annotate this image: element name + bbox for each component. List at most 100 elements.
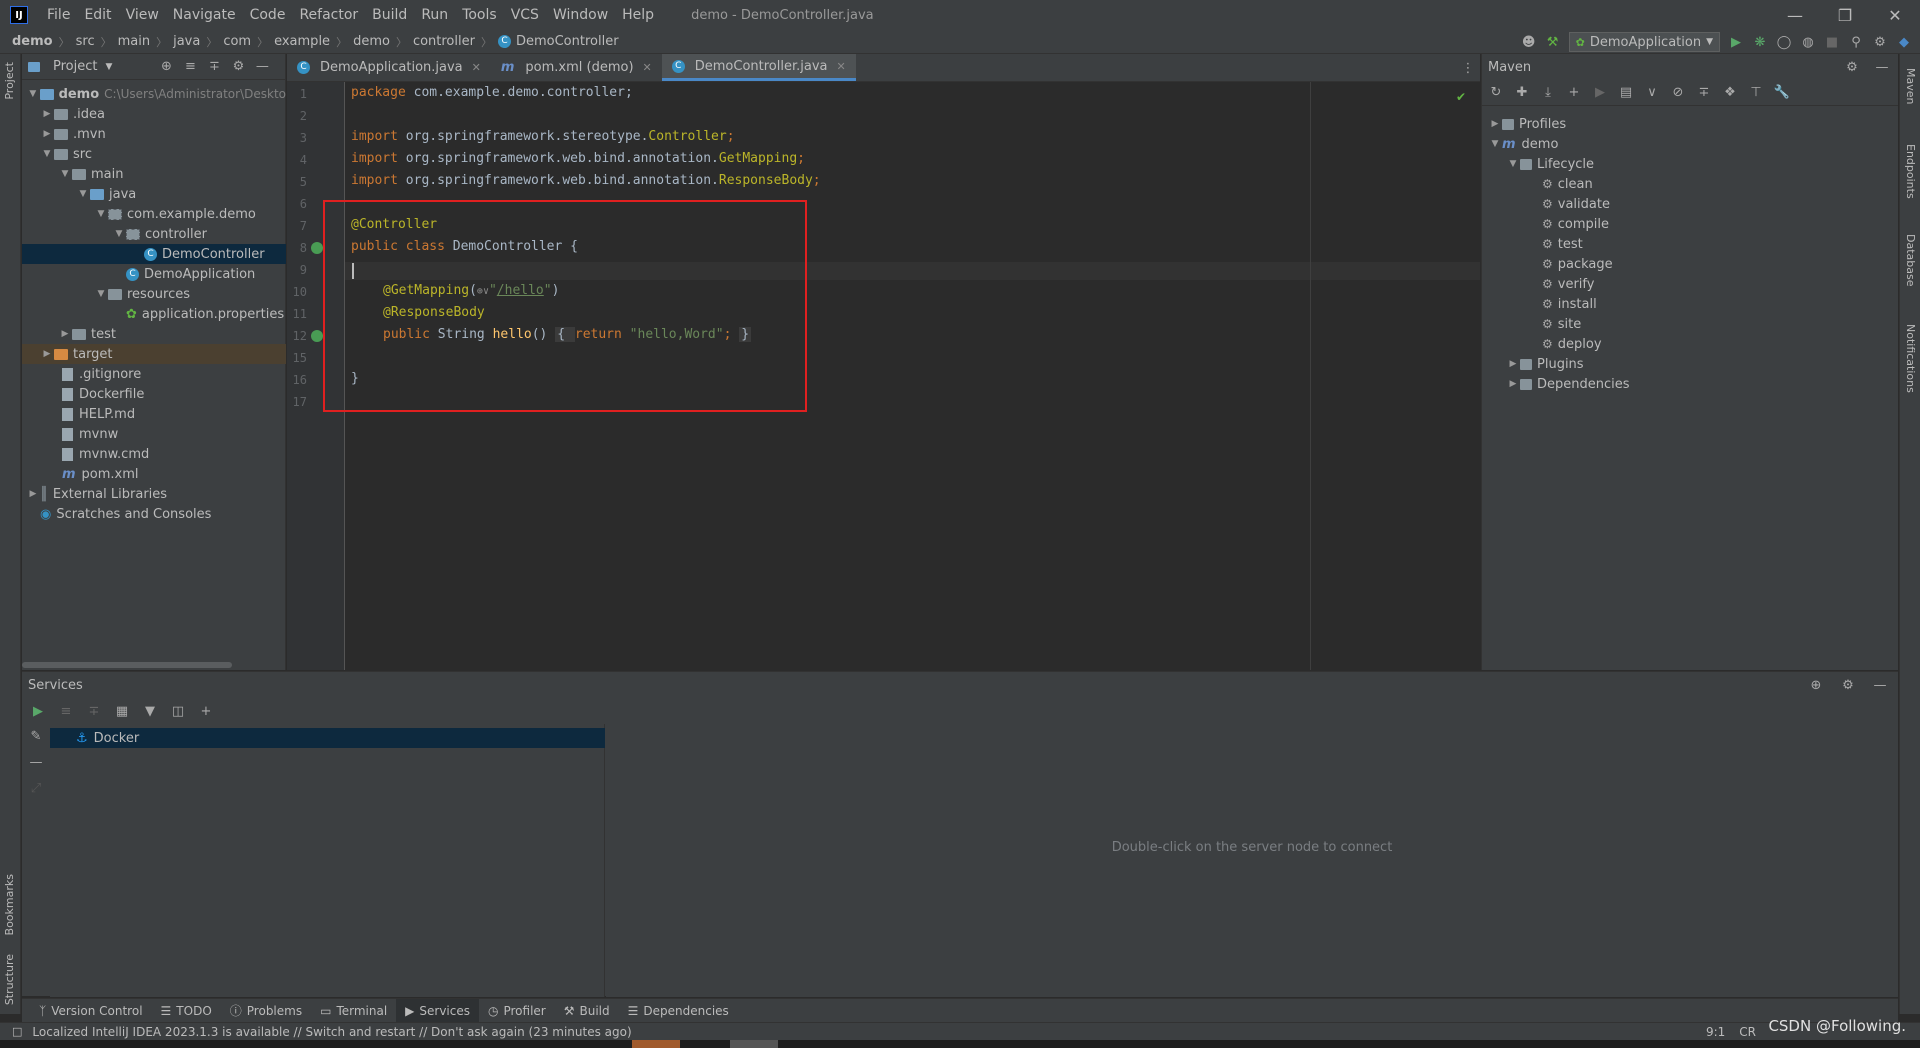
menu-run[interactable]: Run (414, 0, 455, 30)
tab-terminal[interactable]: ▭ Terminal (311, 999, 396, 1023)
chevron-right-icon[interactable]: ▶ (40, 109, 54, 119)
tab-demoapplication[interactable]: C DemoApplication.java ✕ (287, 54, 491, 81)
wrench-icon[interactable]: 🔧 (1774, 85, 1790, 101)
menu-refactor[interactable]: Refactor (292, 0, 365, 30)
breadcrumb-item[interactable]: java (173, 34, 200, 49)
maven-tool-tab[interactable]: Maven (1904, 68, 1917, 104)
breadcrumb-item[interactable]: controller (413, 34, 475, 49)
bookmarks-tool-tab[interactable]: Bookmarks (3, 874, 16, 935)
tree-item-resources[interactable]: ▼ resources (22, 284, 286, 304)
chevron-down-icon[interactable]: ▼ (1488, 139, 1502, 149)
breadcrumb-item[interactable]: demo (353, 34, 390, 49)
chevron-right-icon[interactable]: ▶ (1488, 119, 1502, 129)
search-icon[interactable]: ⚲ (1848, 34, 1864, 50)
tree-item-democontroller[interactable]: C DemoController (22, 244, 286, 264)
tree-item-demoapplication[interactable]: C DemoApplication (22, 264, 286, 284)
maven-goal-verify[interactable]: ⚙ verify (1542, 274, 1594, 294)
tree-item-java[interactable]: ▼ java (22, 184, 286, 204)
update-notification[interactable]: Localized IntelliJ IDEA 2023.1.3 is avai… (32, 1025, 631, 1039)
minimize-icon[interactable]: — (1770, 0, 1820, 30)
add-service-icon[interactable]: + (198, 703, 214, 719)
window-layout-icon[interactable]: □ (12, 1025, 22, 1038)
tab-version-control[interactable]: ᛉ Version Control (30, 999, 152, 1023)
collapse-all-icon[interactable]: ∓ (206, 59, 222, 75)
maven-goal-validate[interactable]: ⚙ validate (1542, 194, 1610, 214)
chevron-down-icon[interactable]: ▼ (58, 169, 72, 179)
menu-build[interactable]: Build (365, 0, 414, 30)
maven-goal-site[interactable]: ⚙ site (1542, 314, 1581, 334)
database-tool-tab[interactable]: Database (1904, 234, 1917, 287)
expand-diagonal-icon[interactable]: ⤢ (28, 780, 44, 796)
structure-tool-tab[interactable]: Structure (3, 954, 16, 1005)
close-tab-icon[interactable]: ✕ (472, 61, 481, 74)
tab-democontroller[interactable]: C DemoController.java ✕ (661, 54, 856, 81)
maven-goal-test[interactable]: ⚙ test (1542, 234, 1583, 254)
menu-code[interactable]: Code (243, 0, 293, 30)
filter-icon[interactable]: ▼ (142, 703, 158, 719)
tree-item-scratches[interactable]: ◉ Scratches and Consoles (22, 504, 286, 524)
chevron-right-icon[interactable]: ▶ (58, 329, 72, 339)
taskbar-app[interactable] (632, 1040, 680, 1048)
download-sources-icon[interactable]: ⤓ (1540, 85, 1556, 101)
show-dependencies-icon[interactable]: ❖ (1722, 85, 1738, 101)
chevron-down-icon[interactable]: ▼ (40, 149, 54, 159)
expand-icon[interactable]: ⊤ (1748, 85, 1764, 101)
code-editor[interactable]: 1 2 3 4 5 6 7 8 9 10 11 12 15 16 17 ✔ pa… (287, 82, 1480, 670)
project-tool-tab[interactable]: Project (3, 62, 16, 100)
group-by-icon[interactable]: ▦ (114, 703, 130, 719)
chevron-right-icon[interactable]: ▶ (40, 129, 54, 139)
tree-item-idea[interactable]: ▶ .idea (22, 104, 286, 124)
menu-window[interactable]: Window (546, 0, 615, 30)
more-tabs-icon[interactable]: ⋮ (1460, 60, 1476, 76)
breadcrumb-item[interactable]: main (118, 34, 150, 49)
chevron-down-icon[interactable]: ▼ (94, 289, 108, 299)
run-configuration-select[interactable]: ✿ DemoApplication ▼ (1568, 32, 1720, 52)
menu-edit[interactable]: Edit (77, 0, 118, 30)
jetbrains-icon[interactable]: ◆ (1896, 34, 1912, 50)
add-maven-project-icon[interactable]: ✚ (1514, 85, 1530, 101)
run-maven-build-icon[interactable]: ▶ (1592, 85, 1608, 101)
no-problems-check-icon[interactable]: ✔ (1456, 90, 1466, 104)
menu-navigate[interactable]: Navigate (166, 0, 243, 30)
chevron-right-icon[interactable]: ▶ (1506, 359, 1520, 369)
tree-item-main[interactable]: ▼ main (22, 164, 286, 184)
tree-item-application-properties[interactable]: ✿ application.properties (22, 304, 286, 324)
close-tab-icon[interactable]: ✕ (643, 61, 652, 74)
tree-item-test[interactable]: ▶ test (22, 324, 286, 344)
tab-todo[interactable]: ☰ TODO (152, 999, 221, 1023)
chevron-down-icon[interactable]: ▼ (105, 62, 112, 72)
chevron-right-icon[interactable]: ▶ (40, 349, 54, 359)
tree-item-external-libraries[interactable]: ▶ ║ External Libraries (22, 484, 286, 504)
toggle-offline-icon[interactable]: ∨ (1644, 85, 1660, 101)
maven-goal-install[interactable]: ⚙ install (1542, 294, 1597, 314)
spring-bean-gutter-icon[interactable] (311, 330, 323, 342)
tab-pom-xml[interactable]: m pom.xml (demo) ✕ (491, 54, 662, 81)
maven-goal-deploy[interactable]: ⚙ deploy (1542, 334, 1602, 354)
menu-tools[interactable]: Tools (455, 0, 504, 30)
hide-icon[interactable]: — (254, 59, 270, 75)
tab-problems[interactable]: ⓘ Problems (221, 999, 311, 1023)
horizontal-scrollbar[interactable] (22, 662, 232, 668)
stop-icon[interactable]: ■ (1824, 34, 1840, 50)
restore-icon[interactable]: ❐ (1820, 0, 1870, 30)
breadcrumb-item[interactable]: src (76, 34, 95, 49)
caret-position[interactable]: 9:1 (1706, 1025, 1725, 1039)
maven-item-plugins[interactable]: ▶ Plugins (1506, 354, 1584, 374)
tab-dependencies[interactable]: ☰ Dependencies (619, 999, 738, 1023)
menu-file[interactable]: File (40, 0, 77, 30)
tree-item-gitignore[interactable]: .gitignore (22, 364, 286, 384)
notifications-tool-tab[interactable]: Notifications (1904, 324, 1917, 393)
chevron-down-icon[interactable]: ▼ (112, 229, 126, 239)
breadcrumb-item[interactable]: DemoController (516, 34, 619, 49)
add-icon[interactable]: + (1566, 85, 1582, 101)
project-panel-title[interactable]: Project (53, 59, 97, 74)
tree-item-target[interactable]: ▶ target (22, 344, 286, 364)
edit-icon[interactable]: ✎ (28, 728, 44, 744)
locate-icon[interactable]: ⊕ (158, 59, 174, 75)
tree-item-mvn[interactable]: ▶ .mvn (22, 124, 286, 144)
taskbar-app[interactable] (730, 1040, 778, 1048)
maven-goal-compile[interactable]: ⚙ compile (1542, 214, 1609, 234)
breadcrumb-item[interactable]: demo (12, 34, 53, 49)
expand-all-icon[interactable]: ≡ (58, 703, 74, 719)
menu-view[interactable]: View (119, 0, 166, 30)
